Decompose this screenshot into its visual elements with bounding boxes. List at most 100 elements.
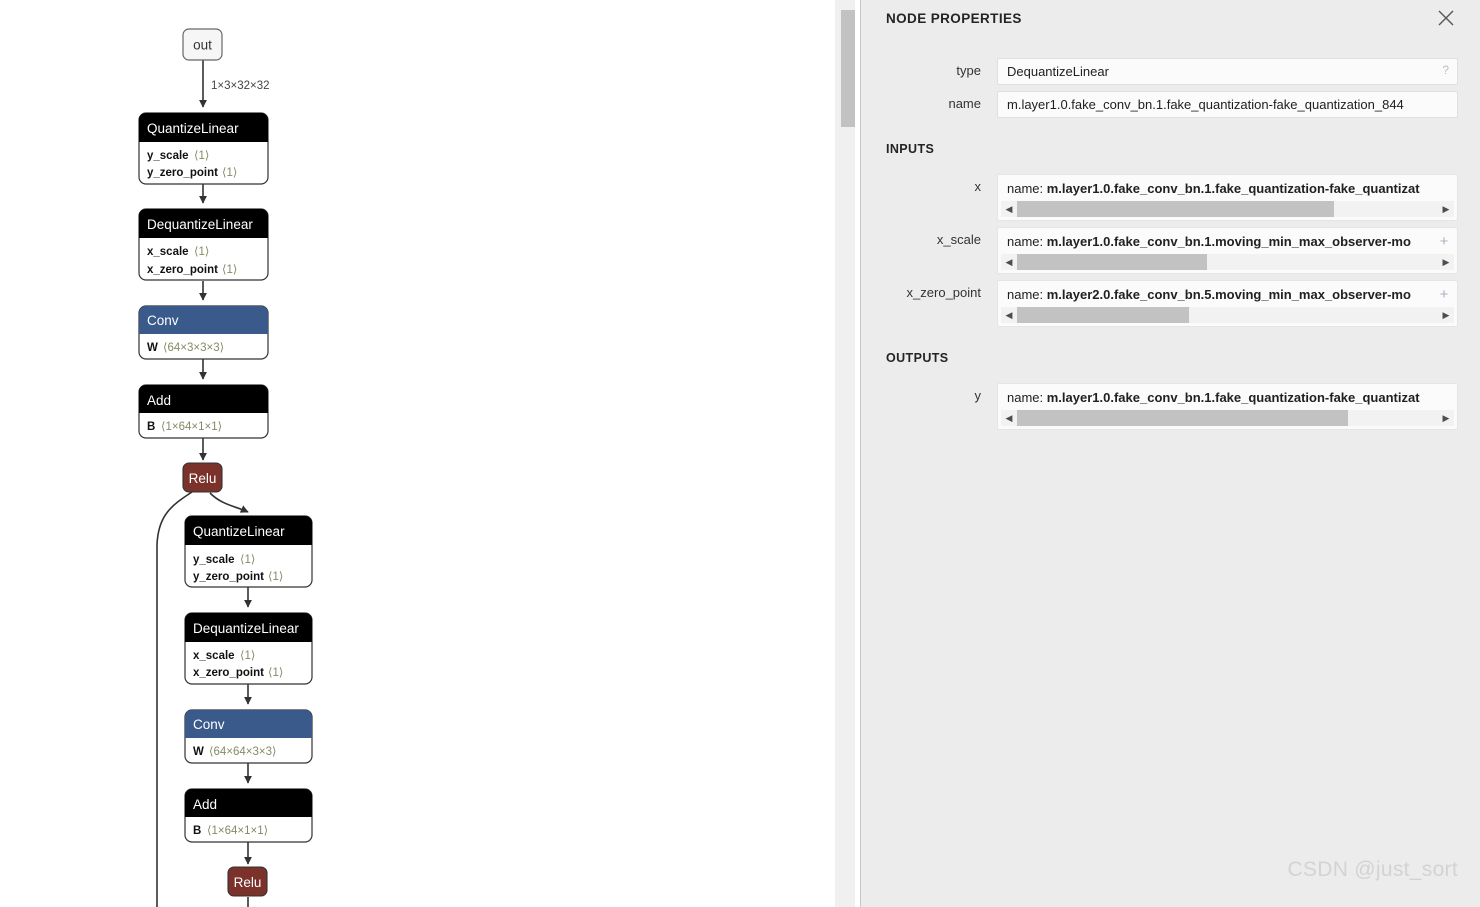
input-x-scroll-thumb[interactable] [1017,201,1335,217]
scroll-left-arrow-icon[interactable]: ◀ [1002,254,1016,270]
property-value-type: DequantizeLinear [1007,64,1109,79]
expand-plus-icon[interactable]: + [1437,234,1451,250]
input-label-x: x [974,179,982,194]
expand-plus-icon[interactable]: + [1437,287,1451,303]
node-title: Conv [147,313,179,328]
input-x-zero-point-scroll-thumb[interactable] [1017,307,1190,323]
node-title: Add [147,393,171,408]
input-prefix-x: name: [1007,181,1047,196]
node-attr-value: ⟨1×64×1×1⟩ [161,420,222,433]
input-value-x-scale: name: m.layer1.0.fake_conv_bn.1.moving_m… [998,228,1457,253]
property-label-type: type [956,63,981,78]
output-prefix-y: name: [1007,390,1047,405]
graph-node-relu-1[interactable]: Relu [182,462,223,493]
section-title-outputs: OUTPUTS [886,351,949,365]
graph-node-quantizelinear-2[interactable]: QuantizeLinear y_scale ⟨1⟩ y_zero_point … [184,515,313,588]
close-icon[interactable] [1434,6,1458,30]
input-field-x-zero-point[interactable]: name: m.layer2.0.fake_conv_bn.5.moving_m… [997,280,1458,327]
graph-node-dequantizelinear-2[interactable]: DequantizeLinear x_scale ⟨1⟩ x_zero_poin… [184,612,313,685]
input-name-x-scale: m.layer1.0.fake_conv_bn.1.moving_min_max… [1046,234,1411,249]
sidebar-header: NODE PROPERTIES [861,0,1480,40]
property-field-name[interactable]: m.layer1.0.fake_conv_bn.1.fake_quantizat… [997,91,1458,118]
node-attr-value: ⟨64×64×3×3⟩ [209,745,277,758]
graph-node-relu-2[interactable]: Relu [227,866,268,897]
output-value-y: name: m.layer1.0.fake_conv_bn.1.fake_qua… [998,384,1457,409]
node-title: Relu [189,471,217,486]
node-attr-name: y_scale [147,150,189,162]
node-title: Add [193,797,217,812]
node-attr-name: y_scale [193,554,235,566]
graph-node-add-1[interactable]: Add B ⟨1×64×1×1⟩ [138,384,269,439]
sidebar-title: NODE PROPERTIES [886,11,1022,26]
edge-relu1-to-q2 [209,492,249,513]
input-field-x[interactable]: name: m.layer1.0.fake_conv_bn.1.fake_qua… [997,174,1458,221]
node-attr-name: x_scale [193,650,235,662]
graph-node-out[interactable]: out [182,28,223,61]
input-label-x-zero-point: x_zero_point [906,285,981,300]
property-row-name: name m.layer1.0.fake_conv_bn.1.fake_quan… [861,91,1480,118]
netron-app: 1×3×32×32 out QuantizeLinear y_scale ⟨1⟩… [0,0,1480,907]
node-attr-value: ⟨1⟩ [268,666,283,679]
input-x-zero-point-hscrollbar[interactable]: ◀ ▶ [1001,307,1454,323]
node-attr-name: x_zero_point [193,667,264,679]
scroll-right-arrow-icon[interactable]: ▶ [1439,254,1453,270]
input-row-x: x name: m.layer1.0.fake_conv_bn.1.fake_q… [861,174,1480,221]
node-attr-value: ⟨1⟩ [240,553,255,566]
property-label-name: name [948,96,981,111]
scroll-right-arrow-icon[interactable]: ▶ [1439,201,1453,217]
input-value-x: name: m.layer1.0.fake_conv_bn.1.fake_qua… [998,175,1457,200]
node-attr-name: y_zero_point [147,167,218,179]
input-x-scale-scroll-thumb[interactable] [1017,254,1208,270]
output-name-y: m.layer1.0.fake_conv_bn.1.fake_quantizat… [1046,390,1420,405]
input-name-x: m.layer1.0.fake_conv_bn.1.fake_quantizat… [1046,181,1420,196]
scroll-left-arrow-icon[interactable]: ◀ [1002,410,1016,426]
node-attr-name: x_zero_point [147,264,218,276]
input-label-x-scale: x_scale [936,232,981,247]
node-attr-name: B [193,825,201,837]
watermark: CSDN @just_sort [1287,858,1458,881]
input-prefix-x-scale: name: [1007,234,1047,249]
input-row-x-scale: x_scale name: m.layer1.0.fake_conv_bn.1.… [861,227,1480,274]
input-value-x-zero-point: name: m.layer2.0.fake_conv_bn.5.moving_m… [998,281,1457,306]
property-value-name: m.layer1.0.fake_conv_bn.1.fake_quantizat… [1007,97,1404,112]
node-properties-sidebar: NODE PROPERTIES type DequantizeLinear ? … [860,0,1480,907]
scroll-right-arrow-icon[interactable]: ▶ [1439,410,1453,426]
node-attr-name: W [193,746,204,758]
node-attr-name: W [147,342,158,354]
input-x-scale-hscrollbar[interactable]: ◀ ▶ [1001,254,1454,270]
output-label-y: y [974,388,982,403]
node-attr-value: ⟨1⟩ [222,166,237,179]
input-field-x-scale[interactable]: name: m.layer1.0.fake_conv_bn.1.moving_m… [997,227,1458,274]
input-row-x-zero-point: x_zero_point name: m.layer2.0.fake_conv_… [861,280,1480,327]
scroll-left-arrow-icon[interactable]: ◀ [1002,307,1016,323]
output-field-y[interactable]: name: m.layer1.0.fake_conv_bn.1.fake_qua… [997,383,1458,430]
node-attr-value: ⟨1×64×1×1⟩ [207,824,268,837]
node-title: DequantizeLinear [193,621,299,636]
graph-node-quantizelinear-1[interactable]: QuantizeLinear y_scale ⟨1⟩ y_zero_point … [138,112,269,185]
scroll-left-arrow-icon[interactable]: ◀ [1002,201,1016,217]
scroll-right-arrow-icon[interactable]: ▶ [1439,307,1453,323]
node-attr-name: B [147,421,155,433]
help-icon[interactable]: ? [1442,63,1449,77]
input-name-x-zero-point: m.layer2.0.fake_conv_bn.5.moving_min_max… [1046,287,1411,302]
property-row-type: type DequantizeLinear ? [861,58,1480,85]
node-title: QuantizeLinear [193,524,285,539]
graph-node-conv-2[interactable]: Conv W ⟨64×64×3×3⟩ [184,709,313,764]
graph-node-dequantizelinear-1[interactable]: DequantizeLinear x_scale ⟨1⟩ x_zero_poin… [138,208,269,281]
graph-canvas[interactable]: 1×3×32×32 out QuantizeLinear y_scale ⟨1⟩… [0,0,841,907]
property-field-type[interactable]: DequantizeLinear ? [997,58,1458,85]
graph-node-add-2[interactable]: Add B ⟨1×64×1×1⟩ [184,788,313,843]
input-prefix-x-zero-point: name: [1007,287,1047,302]
output-y-hscrollbar[interactable]: ◀ ▶ [1001,410,1454,426]
graph-vertical-scrollbar[interactable] [835,0,855,907]
input-x-hscrollbar[interactable]: ◀ ▶ [1001,201,1454,217]
node-title: Relu [234,875,262,890]
graph-node-conv-1[interactable]: Conv W ⟨64×3×3×3⟩ [138,305,269,360]
output-row-y: y name: m.layer1.0.fake_conv_bn.1.fake_q… [861,383,1480,430]
node-title: Conv [193,717,225,732]
output-y-scroll-thumb[interactable] [1017,410,1348,426]
graph-scrollbar-thumb[interactable] [841,10,855,127]
node-attr-value: ⟨1⟩ [194,149,209,162]
node-attr-name: y_zero_point [193,571,264,583]
edge-label-tensor-shape: 1×3×32×32 [211,80,270,92]
